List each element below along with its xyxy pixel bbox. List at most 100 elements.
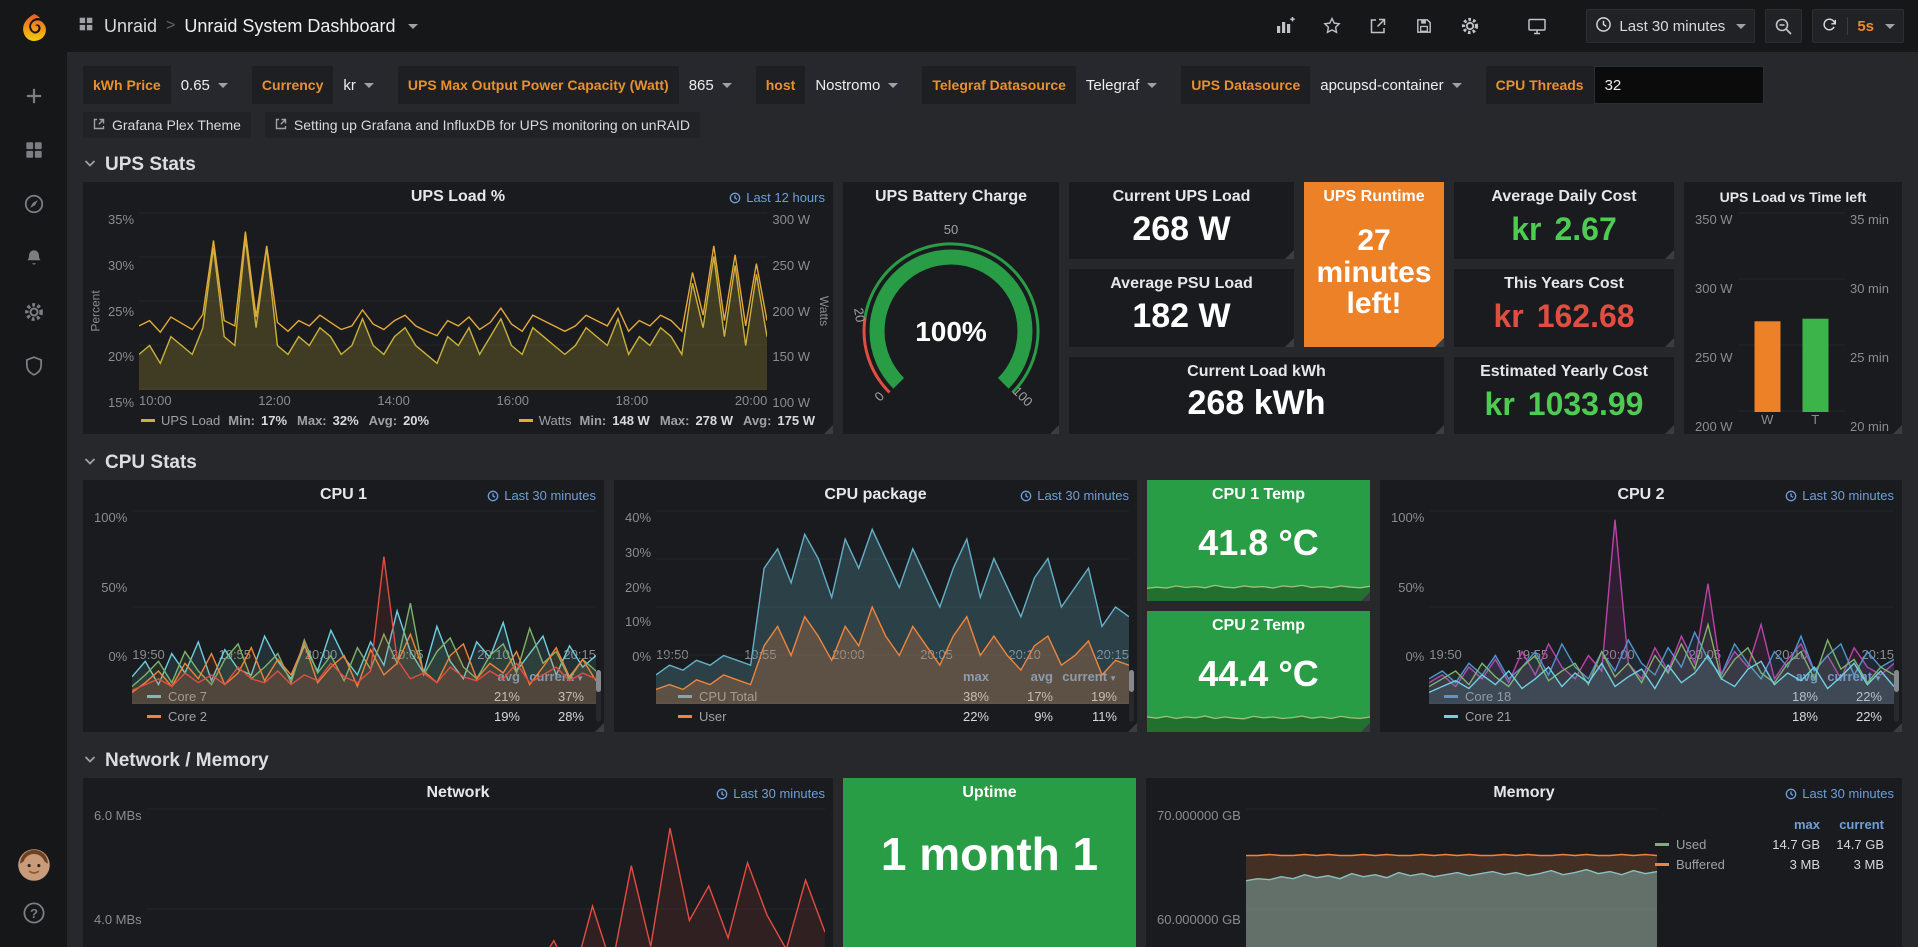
panel-title[interactable]: This Years Cost — [1454, 269, 1674, 295]
variable-kwh-price[interactable]: kWh Price0.65 — [83, 66, 238, 104]
time-picker[interactable]: Last 30 minutes — [1586, 9, 1755, 43]
legend-scrollbar[interactable] — [596, 670, 601, 722]
clock-icon — [1595, 16, 1612, 37]
legend-row[interactable]: Buffered3 MB3 MB — [1655, 854, 1884, 874]
cycle-view-mode-button[interactable] — [1518, 10, 1556, 42]
breadcrumb[interactable]: Unraid > Unraid System Dashboard — [77, 15, 418, 38]
grafana-logo[interactable] — [0, 0, 67, 56]
legend-sort-current[interactable]: current — [1820, 817, 1884, 832]
panel-resize-handle[interactable] — [1665, 250, 1674, 259]
variable-value[interactable]: Telegraf — [1076, 66, 1167, 104]
panel-resize-handle[interactable] — [1285, 338, 1294, 347]
sidebar-item-explore[interactable] — [16, 192, 52, 220]
y-axis-ticks-left: 100%50%0% — [1386, 510, 1429, 664]
panel-resize-handle[interactable] — [1050, 425, 1059, 434]
panel-title[interactable]: Estimated Yearly Cost — [1454, 357, 1674, 383]
legend-scrollbar[interactable] — [1129, 670, 1134, 722]
add-panel-button[interactable] — [1266, 10, 1304, 42]
refresh-button[interactable]: 5s — [1812, 9, 1904, 43]
sidebar-item-help[interactable]: ? — [16, 901, 52, 929]
panel-title[interactable]: Current UPS Load — [1069, 182, 1294, 208]
dashboard-link-1[interactable]: Setting up Grafana and InfluxDB for UPS … — [265, 112, 700, 138]
panel-resize-handle[interactable] — [595, 723, 604, 732]
sidebar-item-dashboards[interactable] — [16, 138, 52, 166]
panel-title[interactable]: CPU 2 Temp — [1147, 611, 1370, 637]
sidebar-item-server-admin[interactable] — [16, 354, 52, 382]
legend-item[interactable]: UPS LoadMin:17%Max:32%Avg:20% — [141, 413, 433, 428]
panel-title[interactable]: UPS Battery Charge — [875, 188, 1027, 206]
breadcrumb-folder[interactable]: Unraid — [104, 16, 157, 37]
chart-plot[interactable] — [656, 510, 1129, 644]
legend-scrollbar[interactable] — [1894, 670, 1899, 722]
panel-resize-handle[interactable] — [1893, 425, 1902, 434]
variable-currency[interactable]: Currencykr — [252, 66, 384, 104]
panel-resize-handle[interactable] — [1435, 338, 1444, 347]
panel-title[interactable]: Network — [426, 784, 489, 802]
panel-this-years-cost: This Years Cost kr162.68 — [1454, 269, 1674, 346]
panel-title[interactable]: Average Daily Cost — [1454, 182, 1674, 208]
panel-resize-handle[interactable] — [1361, 723, 1370, 732]
share-dashboard-button[interactable] — [1360, 10, 1396, 42]
legend-item[interactable]: WattsMin:148 WMax:278 WAvg:175 W — [519, 413, 819, 428]
dashboard-link-0[interactable]: Grafana Plex Theme — [83, 112, 251, 138]
refresh-interval-label[interactable]: 5s — [1857, 18, 1874, 35]
chart-plot[interactable] — [147, 808, 825, 947]
chevron-down-icon[interactable] — [408, 24, 418, 29]
variable-value[interactable]: Nostromo — [805, 66, 908, 104]
variable-host[interactable]: hostNostromo — [756, 66, 909, 104]
panel-resize-handle[interactable] — [1285, 250, 1294, 259]
gauge[interactable]: 02050100100% — [843, 212, 1059, 434]
stat-value: kr1033.99 — [1454, 383, 1674, 434]
panel-title[interactable]: Uptime — [843, 778, 1136, 804]
panel-title[interactable]: Current Load kWh — [1069, 357, 1444, 383]
panel-title[interactable]: CPU 1 Temp — [1147, 480, 1370, 506]
panel-resize-handle[interactable] — [1128, 723, 1137, 732]
sidebar-item-alerting[interactable] — [16, 246, 52, 274]
zoom-out-button[interactable] — [1765, 9, 1802, 43]
chart-plot[interactable] — [1429, 510, 1894, 644]
legend-row[interactable]: Core 2118%22% — [1444, 706, 1882, 726]
chart-plot[interactable] — [1738, 212, 1845, 412]
panel-title[interactable]: UPS Runtime — [1304, 182, 1444, 208]
chart-plot[interactable] — [132, 510, 596, 644]
sidebar-item-configuration[interactable] — [16, 300, 52, 328]
variable-ups-datasource[interactable]: UPS Datasourceapcupsd-container — [1181, 66, 1471, 104]
panel-title[interactable]: CPU 1 — [320, 486, 367, 504]
variable-cpu-threads[interactable]: CPU Threads — [1486, 66, 1764, 104]
panel-resize-handle[interactable] — [1435, 425, 1444, 434]
variable-telegraf-datasource[interactable]: Telegraf DatasourceTelegraf — [922, 66, 1167, 104]
variable-value[interactable]: kr — [333, 66, 384, 104]
section-header-cpu-stats[interactable]: CPU Stats — [83, 448, 1902, 478]
panel-resize-handle[interactable] — [1893, 723, 1902, 732]
series-color-icon — [141, 419, 155, 422]
dashboard-settings-button[interactable] — [1452, 10, 1488, 42]
panel-resize-handle[interactable] — [1665, 338, 1674, 347]
panel-title[interactable]: Average PSU Load — [1069, 269, 1294, 295]
variable-value[interactable]: 0.65 — [171, 66, 238, 104]
panel-title[interactable]: UPS Load vs Time left — [1720, 189, 1867, 205]
chart-plot[interactable] — [1246, 808, 1657, 947]
variable-value[interactable]: apcupsd-container — [1310, 66, 1471, 104]
legend-row[interactable]: User22%9%11% — [678, 706, 1117, 726]
save-dashboard-button[interactable] — [1406, 10, 1442, 42]
section-header-network-memory[interactable]: Network / Memory — [83, 746, 1902, 776]
panel-title[interactable]: CPU package — [824, 486, 926, 504]
panel-title[interactable]: UPS Load % — [411, 188, 505, 206]
section-header-ups-stats[interactable]: UPS Stats — [83, 150, 1902, 180]
sidebar-item-create[interactable] — [16, 84, 52, 112]
panel-title[interactable]: Memory — [1493, 784, 1554, 802]
chart-plot[interactable] — [139, 212, 767, 390]
legend-row[interactable]: Used14.7 GB14.7 GB — [1655, 834, 1884, 854]
variable-ups-max-output-power-capacity-watt[interactable]: UPS Max Output Power Capacity (Watt)865 — [398, 66, 742, 104]
star-dashboard-button[interactable] — [1314, 10, 1350, 42]
legend-sort-max[interactable]: max — [1756, 817, 1820, 832]
panel-title[interactable]: CPU 2 — [1617, 486, 1664, 504]
panel-resize-handle[interactable] — [1361, 592, 1370, 601]
breadcrumb-dashboard-title[interactable]: Unraid System Dashboard — [184, 16, 395, 37]
sidebar-item-profile[interactable] — [16, 851, 52, 879]
panel-resize-handle[interactable] — [1665, 425, 1674, 434]
variable-input-cpu-threads[interactable] — [1594, 66, 1764, 104]
panel-resize-handle[interactable] — [824, 425, 833, 434]
variable-value[interactable]: 865 — [679, 66, 742, 104]
legend-row[interactable]: Core 219%28% — [147, 706, 584, 726]
